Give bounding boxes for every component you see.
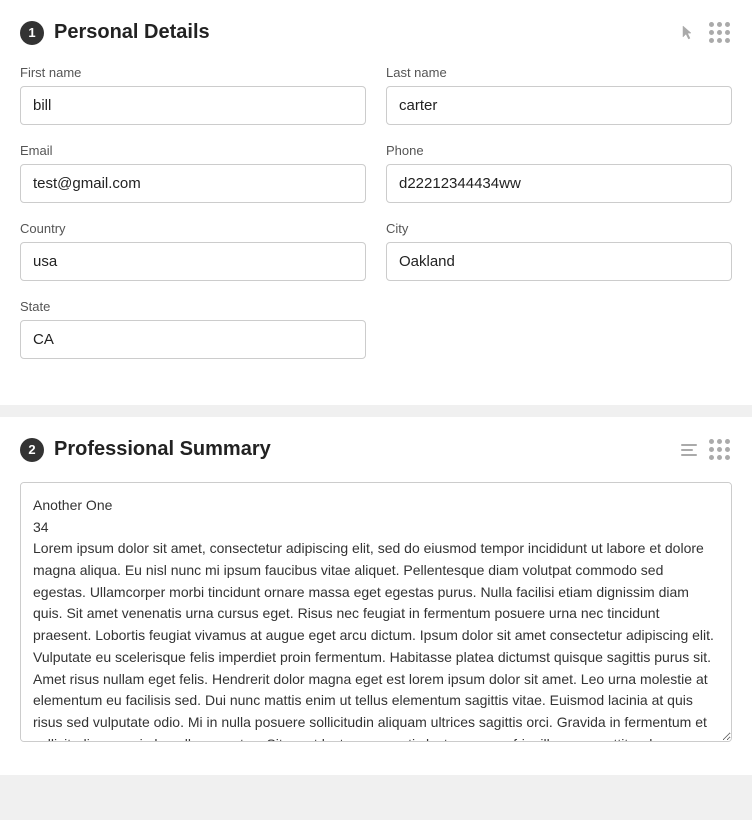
cursor-icon [679, 24, 697, 42]
grid-icon-2 [709, 439, 730, 460]
last-name-input[interactable] [386, 86, 732, 125]
state-input[interactable] [20, 320, 366, 359]
section1-cursor-button[interactable] [677, 22, 699, 44]
email-label: Email [20, 143, 366, 158]
filter-icon [681, 444, 697, 456]
email-group: Email [20, 143, 366, 203]
section2-header: 2 Professional Summary [20, 437, 732, 462]
section2-number: 2 [20, 438, 44, 462]
first-name-input[interactable] [20, 86, 366, 125]
section2-filter-button[interactable] [679, 442, 699, 458]
section1-grid-button[interactable] [707, 20, 732, 45]
city-label: City [386, 221, 732, 236]
email-input[interactable] [20, 164, 366, 203]
last-name-label: Last name [386, 65, 732, 80]
phone-group: Phone [386, 143, 732, 203]
section2-grid-button[interactable] [707, 437, 732, 462]
phone-input[interactable] [386, 164, 732, 203]
country-label: Country [20, 221, 366, 236]
grid-icon [709, 22, 730, 43]
section1-title: Personal Details [54, 21, 210, 44]
section2-title-group: 2 Professional Summary [20, 438, 271, 462]
phone-label: Phone [386, 143, 732, 158]
professional-summary-section: 2 Professional Summary [0, 417, 752, 775]
form-row-location: Country City [20, 221, 732, 281]
city-input[interactable] [386, 242, 732, 281]
section1-number: 1 [20, 21, 44, 45]
section2-title: Professional Summary [54, 438, 271, 461]
section2-actions [679, 437, 732, 462]
country-input[interactable] [20, 242, 366, 281]
first-name-label: First name [20, 65, 366, 80]
first-name-group: First name [20, 65, 366, 125]
form-row-contact: Email Phone [20, 143, 732, 203]
section1-header: 1 Personal Details [20, 20, 732, 45]
personal-details-section: 1 Personal Details First name [0, 0, 752, 405]
section1-actions [677, 20, 732, 45]
state-label: State [20, 299, 366, 314]
last-name-group: Last name [386, 65, 732, 125]
country-group: Country [20, 221, 366, 281]
professional-summary-textarea[interactable] [20, 482, 732, 742]
form-row-name: First name Last name [20, 65, 732, 125]
city-group: City [386, 221, 732, 281]
section1-title-group: 1 Personal Details [20, 21, 210, 45]
form-row-state: State [20, 299, 732, 359]
state-group: State [20, 299, 366, 359]
